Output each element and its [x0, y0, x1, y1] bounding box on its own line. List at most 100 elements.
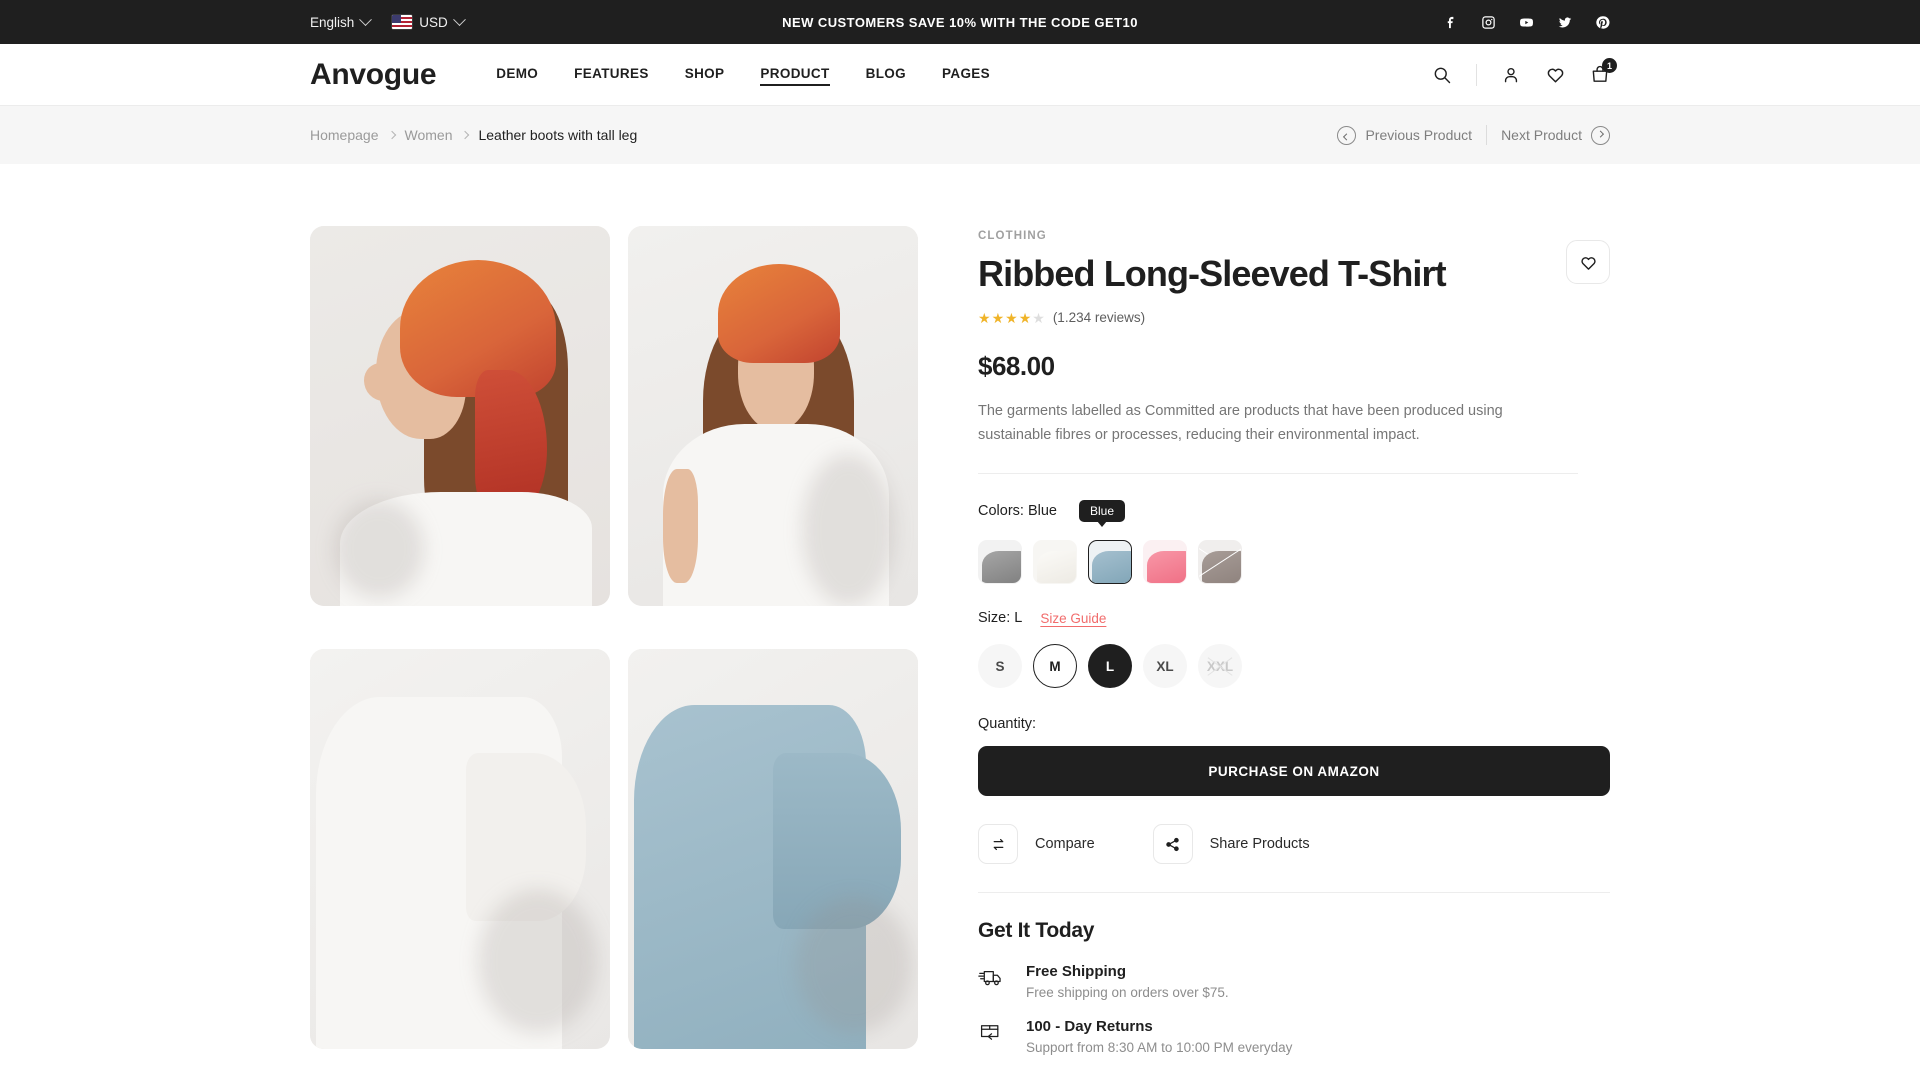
quantity-label: Quantity:: [978, 716, 1037, 733]
nav-item-shop[interactable]: SHOP: [685, 66, 725, 84]
perk-title: Free Shipping: [1026, 963, 1127, 981]
color-swatch-gray[interactable]: [978, 540, 1022, 585]
main-navigation: DEMO FEATURES SHOP PRODUCT BLOG PAGES: [496, 66, 990, 86]
product-image-blue-flat[interactable]: [628, 648, 918, 1049]
account-icon[interactable]: [1501, 65, 1521, 85]
chevron-down-icon: [452, 12, 466, 26]
size-option-xxl: XXL: [1198, 644, 1242, 689]
color-tooltip: Blue: [1078, 500, 1126, 523]
color-swatches: [978, 540, 1610, 585]
share-label: Share Products: [1209, 836, 1310, 853]
promo-banner-text: NEW CUSTOMERS SAVE 10% WITH THE CODE GET…: [782, 14, 1138, 30]
social-links: [1444, 15, 1610, 30]
chevron-right-circle-icon: [1591, 125, 1610, 145]
breadcrumb-item-women[interactable]: Women: [405, 127, 453, 143]
perk-text-group: Free Shipping Free shipping on orders ov…: [1026, 963, 1229, 1000]
secondary-actions: Compare Share Products: [978, 824, 1610, 894]
header-actions: 1: [1432, 58, 1617, 86]
breadcrumb: Homepage Women Leather boots with tall l…: [310, 127, 637, 143]
search-icon[interactable]: [1432, 65, 1452, 85]
pagination-divider: [1486, 125, 1488, 145]
colors-label: Colors: Blue: [978, 503, 1057, 520]
product-detail: CLOTHING Ribbed Long-Sleeved T-Shirt ★ ★…: [0, 164, 1920, 1073]
add-to-wishlist-button[interactable]: [1566, 240, 1610, 284]
top-bar: English USD NEW CUSTOMERS SAVE 10% WITH …: [0, 0, 1920, 44]
chevron-down-icon: [359, 12, 373, 26]
star-rating: ★ ★ ★ ★ ★: [978, 311, 1045, 325]
truck-icon: [978, 963, 1008, 1000]
star-icon: ★: [991, 309, 1005, 326]
chevron-right-icon: [461, 130, 470, 140]
compare-label: Compare: [1035, 836, 1095, 853]
color-section-header: Colors: Blue Blue: [978, 500, 1610, 523]
next-product-button[interactable]: Next Product: [1501, 125, 1610, 145]
wishlist-icon[interactable]: [1545, 64, 1566, 85]
color-swatch-taupe: [1198, 540, 1242, 585]
product-image-white-flat[interactable]: [310, 648, 610, 1049]
product-gallery: [310, 226, 918, 1073]
product-rating: ★ ★ ★ ★ ★ (1.234 reviews): [978, 310, 1610, 325]
product-description: The garments labelled as Committed are p…: [978, 400, 1578, 475]
chevron-right-icon: [387, 130, 396, 140]
chevron-left-circle-icon: [1337, 125, 1357, 145]
header-divider: [1476, 63, 1477, 86]
product-info: CLOTHING Ribbed Long-Sleeved T-Shirt ★ ★…: [978, 226, 1610, 1073]
breadcrumb-item-current: Leather boots with tall leg: [478, 127, 638, 143]
color-swatch-white[interactable]: [1033, 540, 1077, 585]
heart-icon: [1580, 256, 1596, 270]
breadcrumb-item-homepage[interactable]: Homepage: [310, 127, 379, 143]
compare-button[interactable]: Compare: [978, 824, 1095, 865]
size-label: Size: L: [978, 610, 1023, 627]
locale-selectors: English USD: [310, 12, 466, 30]
perk-subtitle: Support from 8:30 AM to 10:00 PM everyda…: [1026, 1040, 1293, 1056]
share-products-button[interactable]: Share Products: [1152, 824, 1310, 865]
language-label: English: [310, 14, 355, 30]
us-flag-icon: [392, 15, 413, 29]
size-option-xl[interactable]: XL: [1143, 644, 1187, 689]
product-image-model-side[interactable]: [310, 226, 610, 606]
twitter-icon[interactable]: [1557, 15, 1573, 30]
instagram-icon[interactable]: [1481, 15, 1496, 30]
star-icon: ★: [978, 309, 991, 326]
breadcrumb-bar: Homepage Women Leather boots with tall l…: [0, 106, 1920, 164]
size-guide-link[interactable]: Size Guide: [1040, 611, 1106, 626]
youtube-icon[interactable]: [1518, 15, 1535, 30]
site-header: Anvogue DEMO FEATURES SHOP PRODUCT BLOG …: [0, 44, 1920, 106]
size-option-l[interactable]: L: [1088, 644, 1132, 689]
product-category: CLOTHING: [978, 230, 1047, 242]
color-swatch-blue[interactable]: [1088, 540, 1132, 585]
cart-count-badge: 1: [1602, 58, 1617, 73]
nav-item-blog[interactable]: BLOG: [866, 66, 906, 84]
language-selector[interactable]: English: [310, 12, 373, 30]
size-option-s[interactable]: S: [978, 644, 1022, 689]
product-image-model-front[interactable]: [628, 226, 918, 606]
purchase-on-amazon-button[interactable]: PURCHASE ON AMAZON: [978, 746, 1610, 797]
previous-product-button[interactable]: Previous Product: [1337, 125, 1473, 145]
facebook-icon[interactable]: [1444, 15, 1459, 30]
compare-icon: [978, 824, 1018, 865]
perk-subtitle: Free shipping on orders over $75.: [1026, 985, 1229, 1001]
pinterest-icon[interactable]: [1595, 15, 1610, 30]
product-title: Ribbed Long-Sleeved T-Shirt: [978, 253, 1447, 294]
color-swatch-pink[interactable]: [1143, 540, 1187, 585]
star-icon-empty: ★: [1032, 309, 1045, 326]
review-count[interactable]: (1.234 reviews): [1053, 310, 1145, 325]
nav-item-product[interactable]: PRODUCT: [760, 66, 830, 86]
nav-item-features[interactable]: FEATURES: [574, 66, 649, 84]
star-icon: ★: [1018, 309, 1032, 326]
get-it-today-title: Get It Today: [978, 919, 1095, 943]
cart-icon[interactable]: 1: [1590, 58, 1617, 85]
product-pagination: Previous Product Next Product: [1337, 125, 1610, 145]
size-options: S M L XL XXL: [978, 644, 1610, 689]
nav-item-demo[interactable]: DEMO: [496, 66, 538, 84]
perk-returns: 100 - Day Returns Support from 8:30 AM t…: [978, 1018, 1610, 1055]
logo[interactable]: Anvogue: [310, 58, 437, 92]
currency-label: USD: [419, 14, 448, 30]
return-box-icon: [978, 1018, 1008, 1055]
currency-selector[interactable]: USD: [392, 12, 466, 30]
previous-product-label: Previous Product: [1365, 127, 1473, 143]
size-option-m[interactable]: M: [1033, 644, 1077, 689]
star-icon: ★: [1005, 309, 1018, 326]
nav-item-pages[interactable]: PAGES: [942, 66, 990, 84]
size-section-header: Size: L Size Guide: [978, 610, 1610, 626]
